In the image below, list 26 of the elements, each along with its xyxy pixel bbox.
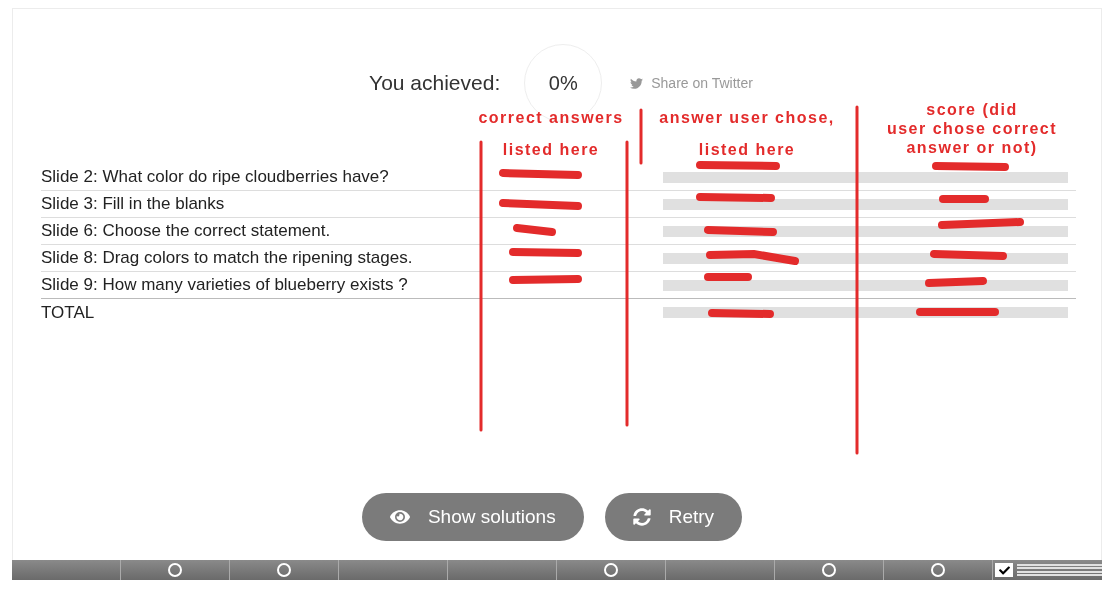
retry-button[interactable]: Retry — [604, 493, 743, 541]
share-twitter-link[interactable]: Share on Twitter — [630, 72, 753, 94]
question-text: Slide 3: Fill in the blanks — [41, 193, 226, 216]
progress-segment[interactable] — [230, 560, 339, 580]
lines-icon — [1017, 563, 1102, 577]
annotation-text: listed here — [501, 140, 601, 159]
progress-segment[interactable] — [121, 560, 230, 580]
annotation-text: score (did user chose correct answer or not) — [885, 100, 1059, 157]
progress-segment[interactable] — [775, 560, 884, 580]
progress-segment[interactable] — [557, 560, 666, 580]
progress-segment[interactable] — [993, 560, 1102, 580]
question-text: Slide 2: What color do ripe cloudberries have? — [41, 166, 390, 189]
twitter-icon — [630, 76, 644, 90]
annotation-text: correct answers — [477, 108, 625, 127]
show-solutions-button[interactable]: Show solutions — [361, 493, 584, 541]
progress-segment[interactable] — [884, 560, 993, 580]
annotation-text: answer user chose, — [658, 108, 836, 127]
question-text: Slide 6: Choose the correct statement. — [41, 220, 332, 243]
checkbox-icon — [995, 563, 1013, 577]
question-text: Slide 9: How many varieties of blueberry exists ? — [41, 274, 409, 297]
eye-icon — [389, 507, 410, 527]
annotation-text: listed here — [697, 140, 797, 159]
achieved-label: You achieved: — [369, 70, 501, 97]
refresh-icon — [632, 508, 651, 526]
question-text: Slide 8: Drag colors to match the ripening stages. — [41, 247, 414, 270]
total-label: TOTAL — [41, 301, 96, 324]
